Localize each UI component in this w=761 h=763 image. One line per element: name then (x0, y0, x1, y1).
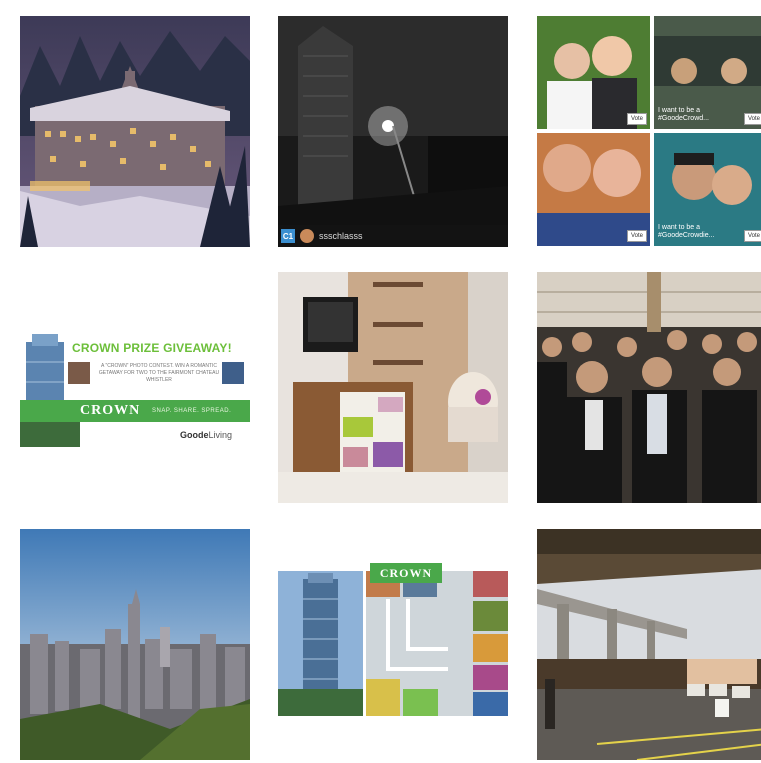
collage-caption: I want to be a #GoodeCrowd... (658, 107, 709, 122)
interior-photo (278, 272, 508, 503)
instagram-user-bar: C1 ssschlasss (278, 225, 508, 247)
photo-tile-skyline[interactable] (20, 529, 250, 760)
goode-living-logo: GoodeLiving (180, 430, 232, 440)
photo-tile-crown-collage[interactable]: CROWN (278, 529, 508, 760)
tower-bw-photo (278, 16, 508, 247)
ad-tower-illustration (20, 334, 244, 447)
vote-button[interactable]: Vote (743, 113, 761, 125)
photo-tile-interior[interactable] (278, 272, 508, 503)
crown-wordmark: CROWN (80, 403, 141, 418)
photo-tile-collage[interactable]: Vote I want to be a #GoodeCrowd... Vote … (537, 16, 761, 247)
vote-button[interactable]: Vote (626, 113, 647, 125)
photo-tile-overpass[interactable] (537, 529, 761, 760)
tagline: SNAP. SHARE. SPREAD. (152, 408, 232, 414)
collage-cell-4: I want to be a #GoodeCrowdie... Vote (654, 133, 761, 246)
giveaway-ad: CROWN PRIZE GIVEAWAY! A "CROWN" PHOTO CO… (20, 272, 250, 503)
collage-cell-3: Vote (537, 133, 650, 246)
collage-cell-2: I want to be a #GoodeCrowd... Vote (654, 16, 761, 129)
collage-caption: I want to be a #GoodeCrowdie... (658, 224, 715, 239)
overpass-photo (537, 529, 761, 760)
logo-bold: Goode (180, 430, 209, 440)
skyline-photo (20, 529, 250, 760)
vote-button[interactable]: Vote (743, 230, 761, 242)
badge-icon: C1 (281, 229, 295, 243)
username-label: ssschlasss (319, 231, 363, 241)
castle-photo (20, 16, 250, 247)
collage-cell-1: Vote (537, 16, 650, 129)
avatar (300, 229, 314, 243)
giveaway-title: CROWN PRIZE GIVEAWAY! (72, 341, 232, 355)
photo-tile-giveaway-ad[interactable]: CROWN PRIZE GIVEAWAY! A "CROWN" PHOTO CO… (20, 272, 250, 503)
photo-tile-crowd[interactable] (537, 272, 761, 503)
photo-tile-tower-bw[interactable]: C1 ssschlasss (278, 16, 508, 247)
photo-tile-castle[interactable] (20, 16, 250, 247)
crown-sign: CROWN (370, 563, 442, 583)
giveaway-subtitle: A "CROWN" PHOTO CONTEST. WIN A ROMANTIC … (98, 363, 220, 383)
vote-button[interactable]: Vote (626, 230, 647, 242)
crowd-photo (537, 272, 761, 503)
logo-rest: Living (208, 430, 233, 440)
